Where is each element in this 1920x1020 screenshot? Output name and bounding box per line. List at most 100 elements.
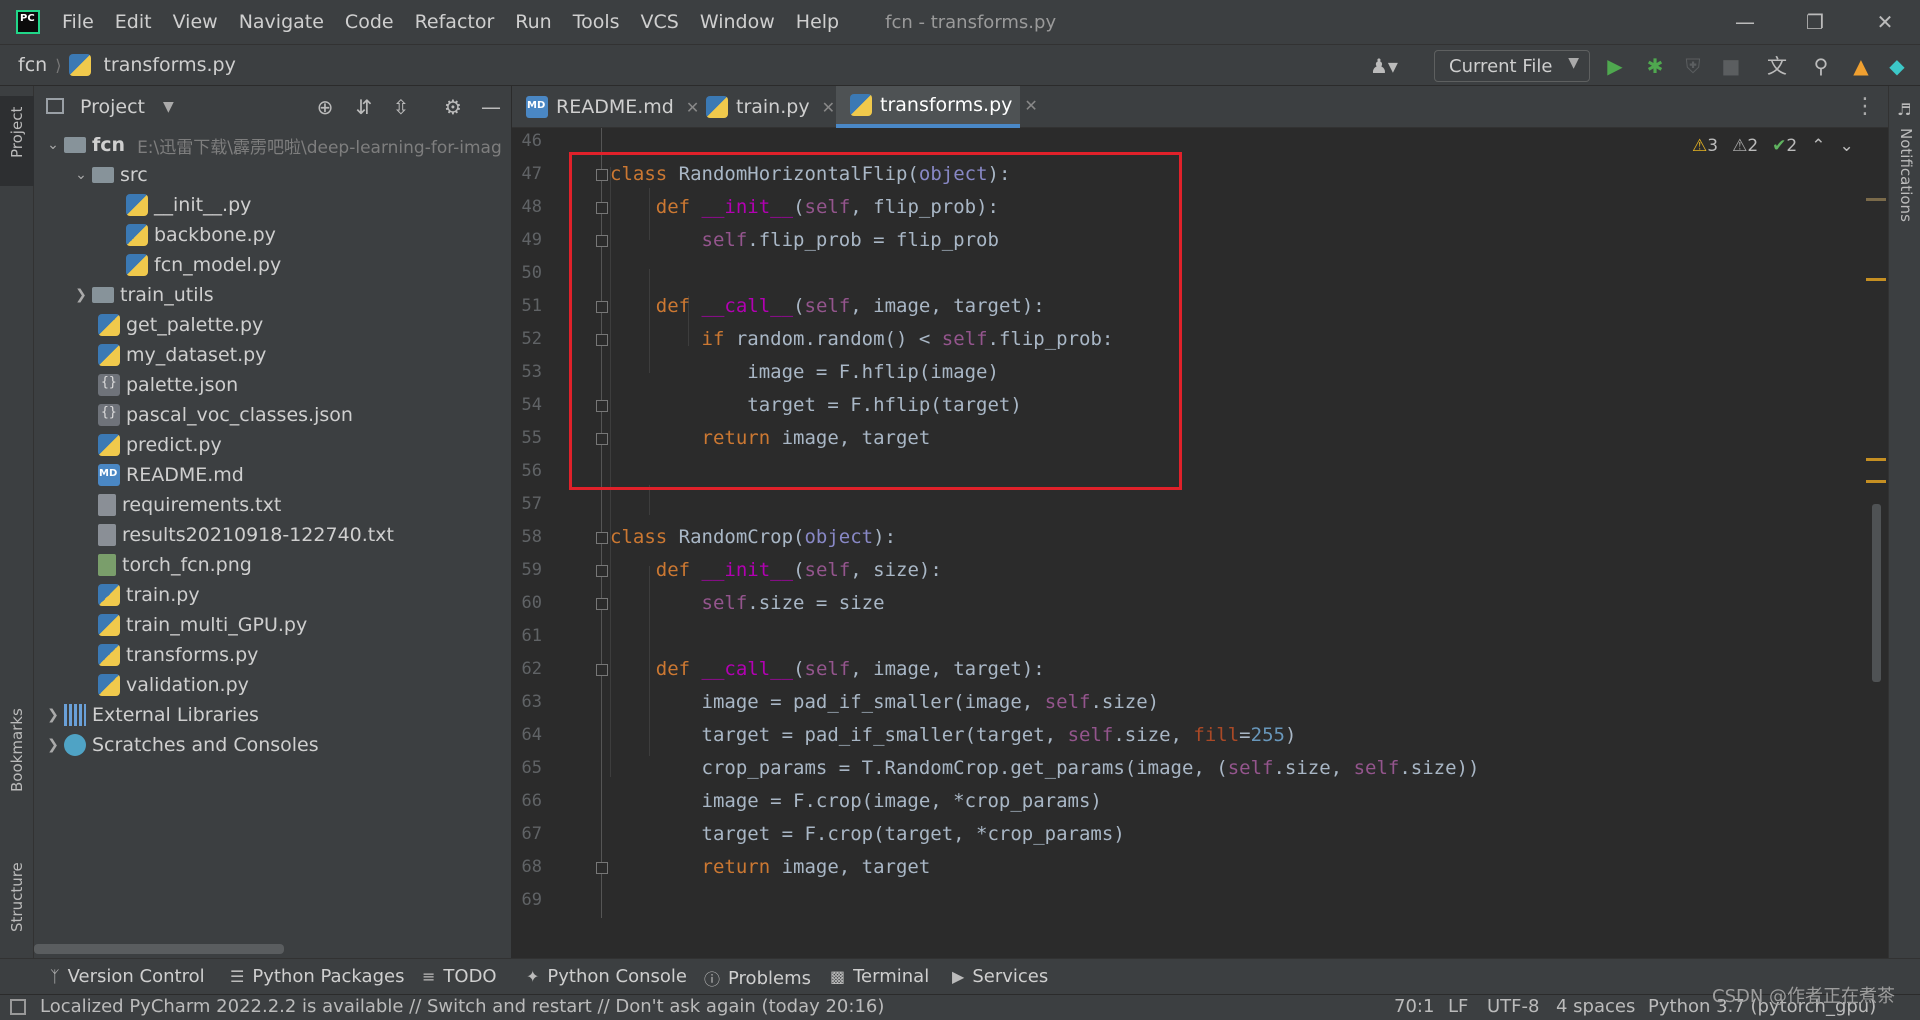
breadcrumb-project[interactable]: fcn xyxy=(18,54,47,76)
scroll-marker[interactable] xyxy=(1866,198,1886,201)
locate-file-icon[interactable]: ⊕ xyxy=(312,94,338,120)
code-with-me-icon[interactable]: ◆ xyxy=(1884,53,1910,79)
project-tool-tab-label: Project xyxy=(8,106,26,158)
tree-item-init-py[interactable]: __init__.py xyxy=(126,190,251,220)
tree-root-fcn[interactable]: ⌄ fcn E:\迅雷下载\霹雳吧啦\deep-learning-for-ima… xyxy=(42,130,502,160)
translate-icon[interactable]: 文 xyxy=(1764,53,1790,79)
scroll-marker[interactable] xyxy=(1866,278,1886,281)
tree-item-src[interactable]: ⌄ src xyxy=(70,160,148,190)
project-panel-header: Project ▼ ⊕ ⇵ ⇳ ⚙ — xyxy=(34,86,511,128)
indent-setting[interactable]: 4 spaces xyxy=(1556,996,1635,1017)
menu-tools[interactable]: Tools xyxy=(573,11,620,33)
project-panel: Project ▼ ⊕ ⇵ ⇳ ⚙ — ⌄ fcn E:\迅雷下载\霹雳吧啦\d… xyxy=(34,86,512,958)
scroll-marker[interactable] xyxy=(1866,458,1886,461)
chevron-right-icon[interactable]: ❯ xyxy=(42,737,64,753)
run-icon[interactable]: ▶ xyxy=(1602,53,1628,79)
tree-item-train-utils[interactable]: ❯ train_utils xyxy=(70,280,214,310)
fold-marker-icon[interactable] xyxy=(596,532,608,544)
tree-item-transforms-py[interactable]: transforms.py xyxy=(98,640,258,670)
project-panel-title[interactable]: Project xyxy=(80,96,145,118)
minimize-button[interactable]: — xyxy=(1730,8,1760,36)
restore-button[interactable]: ❐ xyxy=(1800,8,1830,36)
tool-python-console[interactable]: ✦ Python Console xyxy=(526,966,687,987)
menu-file[interactable]: File xyxy=(62,11,94,33)
tree-item-scratches[interactable]: ❯ Scratches and Consoles xyxy=(42,730,319,760)
run-configuration-select[interactable]: Current File ▼ xyxy=(1434,50,1590,82)
collapse-all-icon[interactable]: ⇳ xyxy=(388,94,414,120)
close-icon[interactable]: ✕ xyxy=(1024,96,1037,115)
tree-item-torch-fcn-png[interactable]: torch_fcn.png xyxy=(98,550,252,580)
hide-panel-icon[interactable]: — xyxy=(478,94,504,120)
bookmarks-tool-tab[interactable]: Bookmarks xyxy=(0,696,34,796)
tree-item-external-libraries[interactable]: ❯ External Libraries xyxy=(42,700,259,730)
tool-version-control[interactable]: ᛉ Version Control xyxy=(50,966,205,987)
menu-run[interactable]: Run xyxy=(515,11,551,33)
tree-item-my-dataset-py[interactable]: my_dataset.py xyxy=(98,340,266,370)
structure-tool-tab[interactable]: Structure xyxy=(0,836,34,936)
tool-todo[interactable]: ≡ TODO xyxy=(422,966,497,987)
tree-item-palette-json[interactable]: palette.json xyxy=(98,370,238,400)
menu-view[interactable]: View xyxy=(173,11,218,33)
vertical-scrollbar[interactable] xyxy=(1872,504,1881,682)
caret-position[interactable]: 70:1 xyxy=(1394,996,1434,1017)
tree-item-results-txt[interactable]: results20210918-122740.txt xyxy=(98,520,394,550)
tree-item-requirements-txt[interactable]: requirements.txt xyxy=(98,490,281,520)
coverage-icon[interactable]: ⛨ xyxy=(1680,53,1706,79)
fold-marker-icon[interactable] xyxy=(596,598,608,610)
menu-help[interactable]: Help xyxy=(796,11,839,33)
line-separator[interactable]: LF xyxy=(1448,996,1468,1017)
tool-problems[interactable]: ⓘ Problems xyxy=(704,966,811,990)
menu-navigate[interactable]: Navigate xyxy=(239,11,324,33)
close-window-button[interactable]: ✕ xyxy=(1870,8,1900,36)
debug-icon[interactable]: ✱ xyxy=(1642,53,1668,79)
tree-item-get-palette-py[interactable]: get_palette.py xyxy=(98,310,263,340)
tool-python-packages[interactable]: ☰ Python Packages xyxy=(230,966,404,987)
tab-readme-md[interactable]: README.md ✕ xyxy=(512,86,699,128)
expand-all-icon[interactable]: ⇵ xyxy=(351,94,377,120)
code-editor[interactable]: ⚠3 ⚠2 ✔2 ⌃ ⌄ 46 47 class RandomHorizontal… xyxy=(512,128,1888,918)
chevron-right-icon[interactable]: ❯ xyxy=(70,287,92,303)
tab-train-py[interactable]: train.py ✕ xyxy=(692,86,835,128)
menu-code[interactable]: Code xyxy=(345,11,394,33)
bell-icon[interactable]: ♬ xyxy=(1897,100,1911,119)
tree-item-label: External Libraries xyxy=(92,704,259,726)
fold-marker-icon[interactable] xyxy=(596,862,608,874)
gear-icon[interactable]: ⚙ xyxy=(440,94,466,120)
notifications-tool-tab[interactable]: Notifications xyxy=(1897,128,1915,222)
chevron-down-icon[interactable]: ⌄ xyxy=(42,137,64,153)
more-actions-icon[interactable]: ⋮ xyxy=(1854,94,1876,119)
tree-item-train-py[interactable]: train.py xyxy=(98,580,200,610)
tree-item-backbone-py[interactable]: backbone.py xyxy=(126,220,276,250)
tool-terminal[interactable]: ▩ Terminal xyxy=(830,966,929,987)
tree-item-train-multi-gpu-py[interactable]: train_multi_GPU.py xyxy=(98,610,307,640)
stop-icon[interactable]: ■ xyxy=(1718,53,1744,79)
chevron-down-icon[interactable]: ▼ xyxy=(163,99,174,115)
update-icon[interactable]: ▲ xyxy=(1848,53,1874,79)
chevron-right-icon[interactable]: ❯ xyxy=(42,707,64,723)
search-icon[interactable]: ⚲ xyxy=(1808,53,1834,79)
fold-marker-icon[interactable] xyxy=(596,565,608,577)
file-encoding[interactable]: UTF-8 xyxy=(1487,996,1539,1017)
tool-services[interactable]: ▶ Services xyxy=(952,966,1048,987)
chevron-down-icon[interactable]: ⌄ xyxy=(70,167,92,183)
project-tool-tab[interactable]: Project xyxy=(0,96,34,186)
breadcrumb-file[interactable]: transforms.py xyxy=(69,54,236,76)
tab-transforms-py[interactable]: transforms.py ✕ xyxy=(836,86,1038,128)
status-toggle-icon[interactable] xyxy=(10,999,26,1015)
menu-window[interactable]: Window xyxy=(700,11,775,33)
menu-vcs[interactable]: VCS xyxy=(641,11,679,33)
tree-item-pascal-voc-classes-json[interactable]: pascal_voc_classes.json xyxy=(98,400,353,430)
fold-marker-icon[interactable] xyxy=(596,664,608,676)
tree-item-fcn-model-py[interactable]: fcn_model.py xyxy=(126,250,281,280)
user-account-icon[interactable]: ♟▾ xyxy=(1370,53,1398,79)
menu-refactor[interactable]: Refactor xyxy=(415,11,495,33)
tree-item-predict-py[interactable]: predict.py xyxy=(98,430,222,460)
close-icon[interactable]: ✕ xyxy=(822,98,835,117)
tree-item-validation-py[interactable]: validation.py xyxy=(98,670,249,700)
status-message[interactable]: Localized PyCharm 2022.2.2 is available … xyxy=(40,996,884,1017)
folder-icon xyxy=(92,287,114,303)
tree-item-readme-md[interactable]: README.md xyxy=(98,460,244,490)
scroll-marker[interactable] xyxy=(1866,480,1886,483)
menu-edit[interactable]: Edit xyxy=(115,11,152,33)
horizontal-scrollbar[interactable] xyxy=(34,944,284,954)
